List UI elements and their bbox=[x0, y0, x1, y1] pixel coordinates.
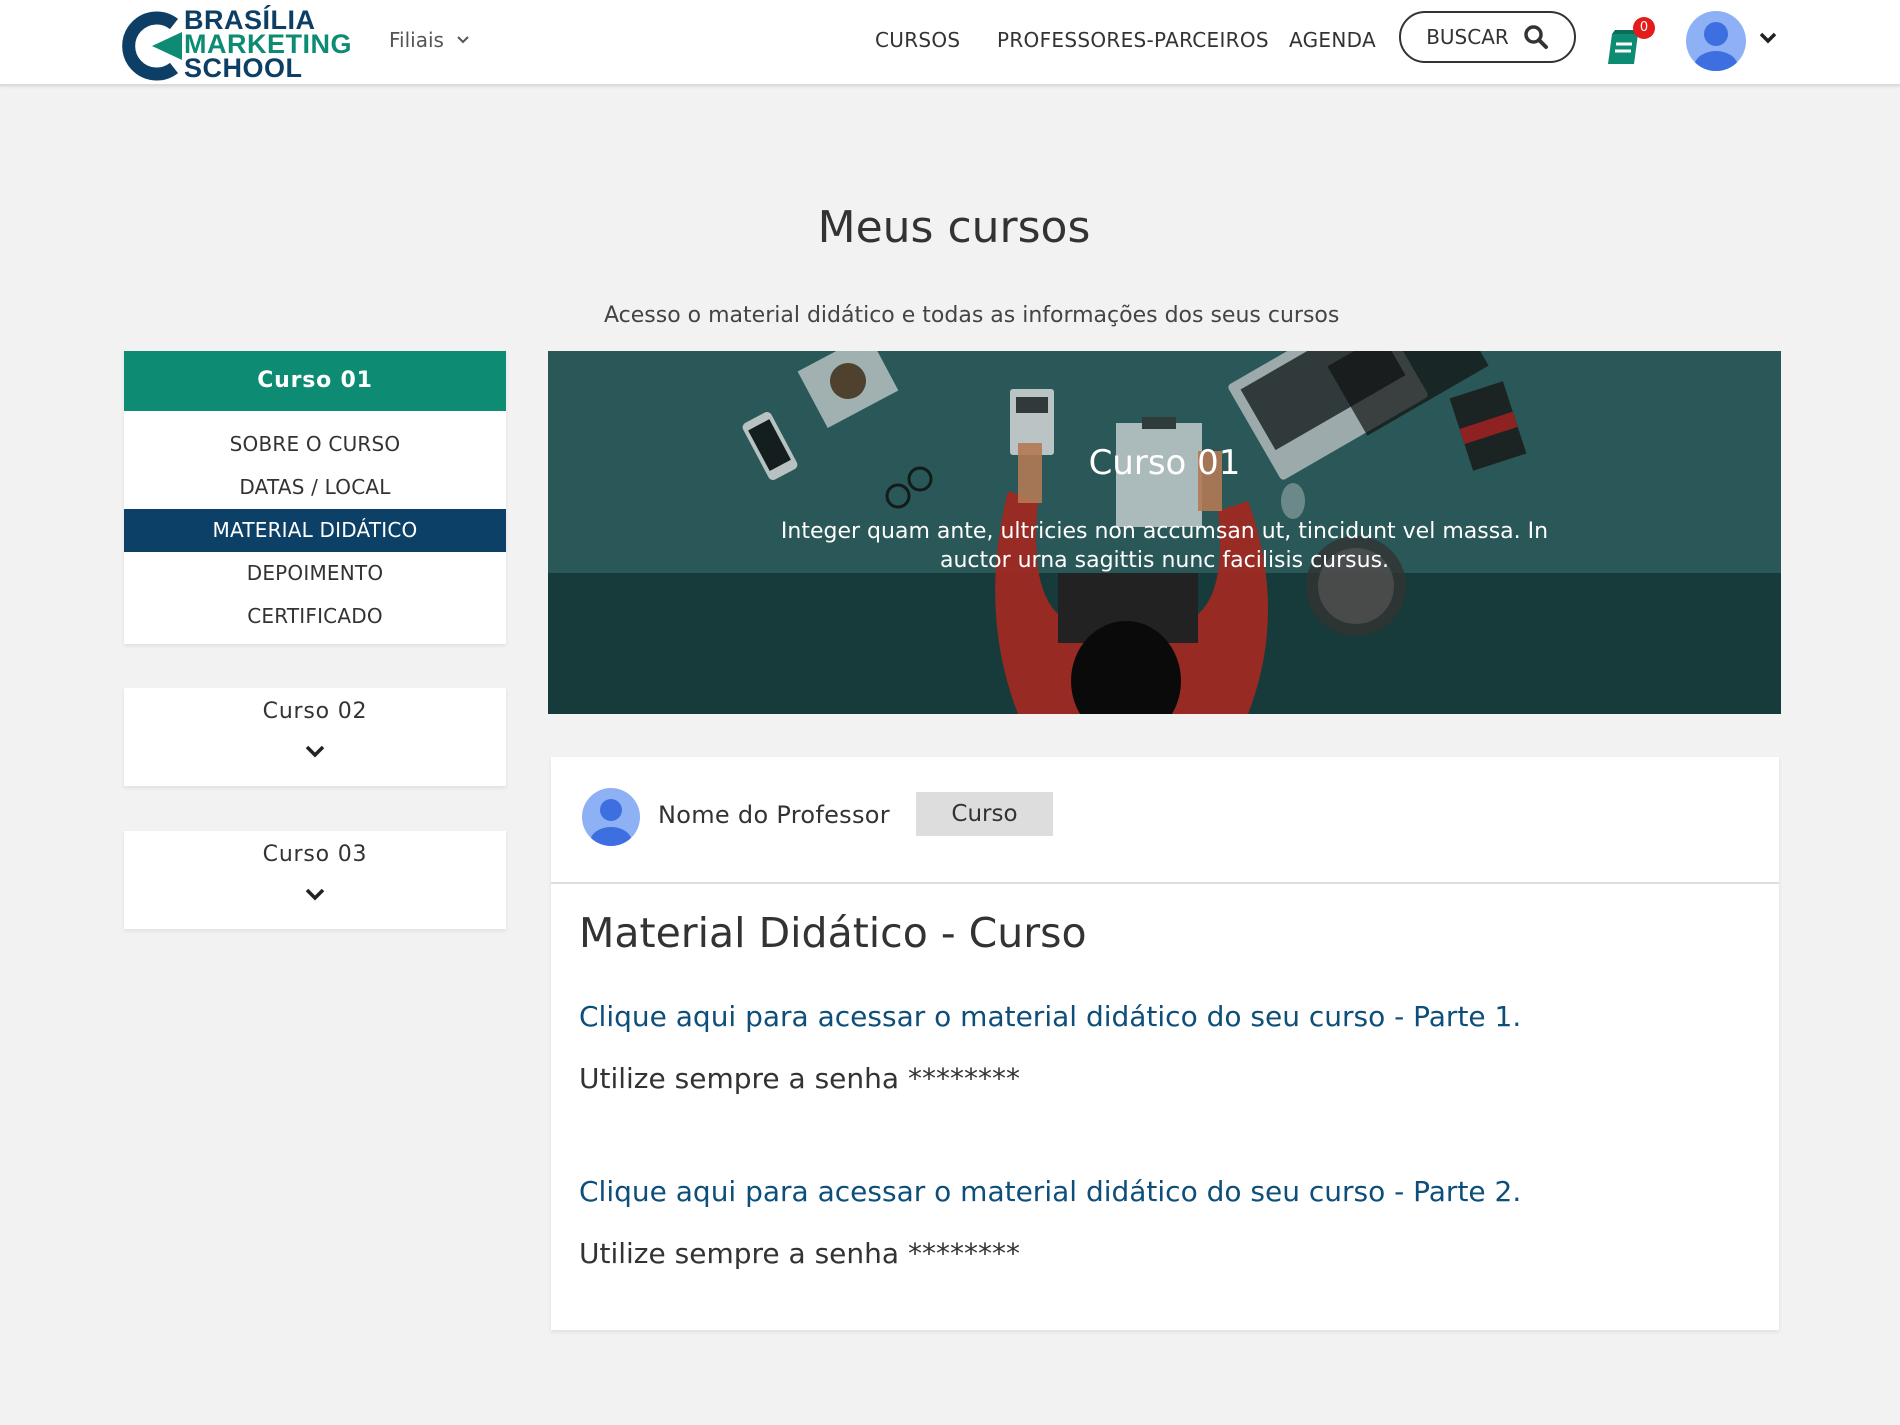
professor-avatar-icon bbox=[582, 788, 640, 846]
page-subtitle: Acesso o material didático e todas as in… bbox=[604, 303, 1340, 328]
course-hero-banner: Curso 01 Integer quam ante, ultricies no… bbox=[548, 351, 1781, 714]
search-icon bbox=[1524, 25, 1548, 49]
professor-name[interactable]: Nome do Professor bbox=[658, 801, 890, 829]
menu-material-didatico[interactable]: MATERIAL DIDÁTICO bbox=[124, 509, 506, 552]
user-avatar-icon[interactable] bbox=[1686, 11, 1746, 71]
chevron-down-icon[interactable] bbox=[304, 744, 326, 758]
search-button[interactable]: BUSCAR bbox=[1399, 11, 1576, 63]
nav-agenda[interactable]: AGENDA bbox=[1289, 28, 1376, 52]
menu-sobre-o-curso[interactable]: SOBRE O CURSO bbox=[124, 423, 506, 466]
password-note: Utilize sempre a senha ******** bbox=[579, 1062, 1020, 1095]
user-menu-chevron-icon[interactable] bbox=[1757, 30, 1779, 46]
filiais-dropdown[interactable]: Filiais bbox=[389, 28, 470, 52]
page-title: Meus cursos bbox=[817, 202, 1091, 253]
hero-description: Integer quam ante, ultricies non accumsa… bbox=[780, 519, 1549, 573]
material-link-part-1[interactable]: Clique aqui para acessar o material didá… bbox=[579, 1000, 1521, 1033]
menu-certificado[interactable]: CERTIFICADO bbox=[124, 595, 506, 638]
professor-row: Nome do Professor Curso bbox=[551, 757, 1779, 884]
course-title-active[interactable]: Curso 01 bbox=[124, 351, 506, 411]
course-card-active: Curso 01 SOBRE O CURSO DATAS / LOCAL MAT… bbox=[124, 351, 506, 644]
course-card-collapsed[interactable]: Curso 02 bbox=[124, 688, 506, 786]
chevron-down-icon bbox=[457, 36, 469, 44]
material-link-part-2[interactable]: Clique aqui para acessar o material didá… bbox=[579, 1175, 1521, 1208]
logo-c-arrow-icon bbox=[122, 11, 182, 81]
menu-depoimento[interactable]: DEPOIMENTO bbox=[124, 552, 506, 595]
search-label: BUSCAR bbox=[1426, 25, 1509, 49]
course-title: Curso 02 bbox=[262, 699, 368, 724]
menu-datas-local[interactable]: DATAS / LOCAL bbox=[124, 466, 506, 509]
material-section-title: Material Didático - Curso bbox=[579, 909, 1087, 957]
filiais-label: Filiais bbox=[389, 28, 444, 52]
hero-title: Curso 01 bbox=[1088, 443, 1241, 483]
course-tag: Curso bbox=[916, 792, 1053, 836]
password-note: Utilize sempre a senha ******** bbox=[579, 1237, 1020, 1270]
course-title: Curso 03 bbox=[262, 842, 368, 867]
cart-count-badge: 0 bbox=[1633, 17, 1655, 39]
chevron-down-icon[interactable] bbox=[304, 887, 326, 901]
course-card-collapsed[interactable]: Curso 03 bbox=[124, 831, 506, 929]
course-menu: SOBRE O CURSO DATAS / LOCAL MATERIAL DID… bbox=[124, 411, 506, 644]
logo-line3: SCHOOL bbox=[184, 53, 303, 83]
top-header: BRASÍLIA MARKETING SCHOOL Filiais CURSOS… bbox=[0, 0, 1900, 86]
nav-professores-parceiros[interactable]: PROFESSORES-PARCEIROS bbox=[997, 28, 1269, 52]
material-card: Nome do Professor Curso Material Didátic… bbox=[551, 757, 1779, 1330]
nav-cursos[interactable]: CURSOS bbox=[875, 28, 960, 52]
brand-logo[interactable]: BRASÍLIA MARKETING SCHOOL bbox=[122, 6, 358, 83]
